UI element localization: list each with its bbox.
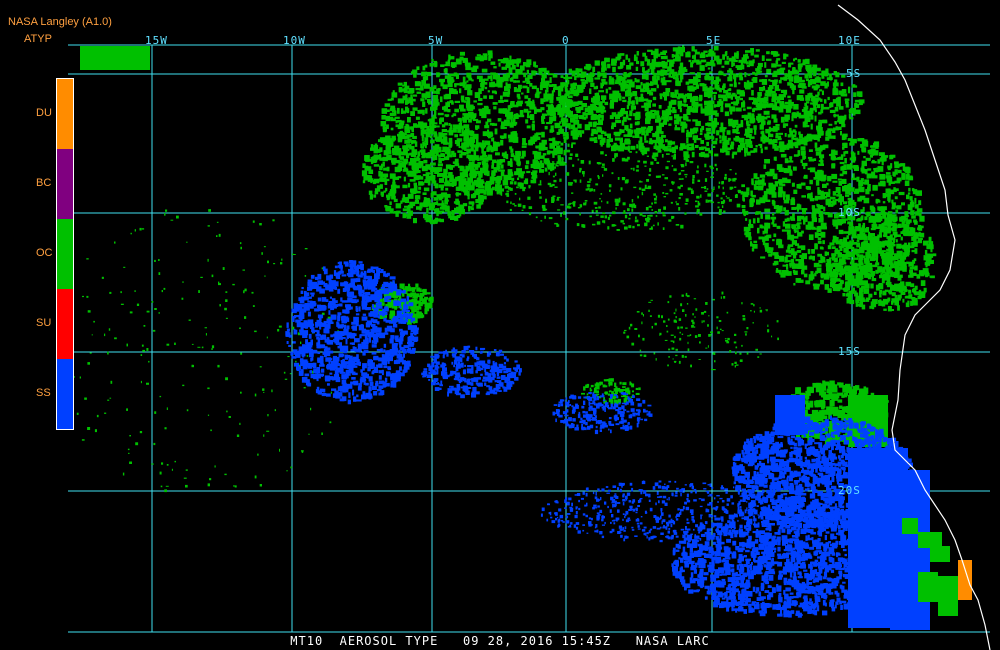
oc-region: [918, 572, 938, 602]
legend-label: OC: [36, 247, 53, 259]
legend-label: SU: [36, 317, 52, 329]
oc-region: [491, 151, 745, 231]
oc-region: [938, 576, 958, 616]
ss-region: [775, 395, 805, 435]
lon-label: 0: [562, 34, 570, 47]
oc-region: [902, 518, 918, 534]
lon-label: 5E: [706, 34, 722, 47]
aerosol-map: [56, 4, 991, 650]
product-code: ATYP: [24, 33, 52, 45]
lon-label: 5W: [428, 34, 444, 47]
legend-label: SS: [36, 387, 51, 399]
legend-swatch: [57, 359, 73, 429]
legend-color-bar: [56, 78, 74, 430]
ss-region: [285, 260, 419, 405]
lat-label: 10S: [838, 206, 861, 219]
du-region: [958, 560, 972, 600]
aerosol-type-field: [56, 45, 972, 630]
oc-region: [623, 291, 779, 371]
lat-label: 15S: [838, 345, 861, 358]
oc-region: [918, 532, 942, 548]
legend-swatch: [57, 149, 73, 219]
legend-label: BC: [36, 177, 52, 189]
ss-region: [552, 392, 653, 435]
oc-region: [930, 546, 950, 562]
lat-label: 20S: [838, 484, 861, 497]
oc-region: [741, 130, 925, 293]
lon-label: 10W: [283, 34, 306, 47]
oc-region: [80, 46, 150, 70]
oc-region: [825, 211, 937, 312]
lon-label: 10E: [838, 34, 861, 47]
map-title: NASA Langley (A1.0): [8, 16, 112, 28]
legend-swatch: [57, 79, 73, 149]
ss-region: [890, 470, 930, 630]
legend-label: DU: [36, 107, 52, 119]
legend-swatch: [57, 289, 73, 359]
ss-region: [421, 345, 522, 399]
lon-label: 15W: [145, 34, 168, 47]
footer-caption: MT10 AEROSOL TYPE 09 28, 2016 15:45Z NAS…: [290, 634, 710, 648]
oc-region: [56, 209, 341, 493]
legend-swatch: [57, 219, 73, 289]
lat-label: 5S: [846, 67, 862, 80]
